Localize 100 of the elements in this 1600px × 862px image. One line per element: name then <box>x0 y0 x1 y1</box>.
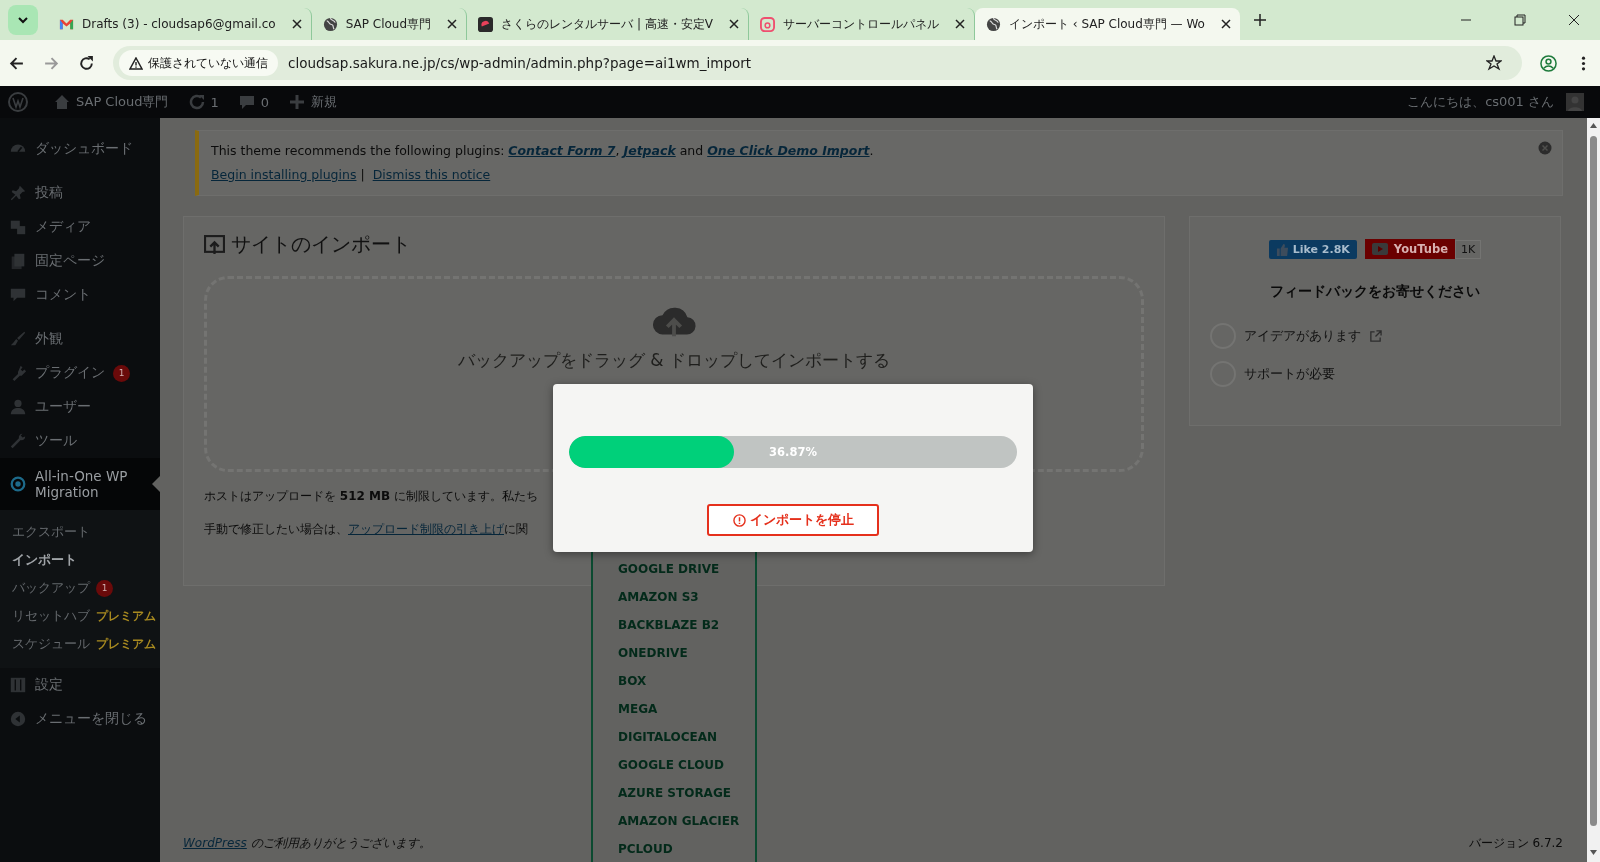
drop-zone-text: バックアップをドラッグ & ドロップしてインポートする <box>457 349 891 372</box>
feedback-option[interactable]: アイデアがあります <box>1210 323 1382 349</box>
storage-option[interactable]: PCLOUD <box>593 835 755 862</box>
wrench-icon <box>9 432 27 450</box>
storage-option[interactable]: AMAZON S3 <box>593 583 755 611</box>
plugin-link[interactable]: Jetpack <box>623 143 676 158</box>
security-label: 保護されていない通信 <box>148 54 268 72</box>
count-badge: 1 <box>113 364 130 382</box>
storage-option[interactable]: MEGA <box>593 695 755 723</box>
wordpress-link[interactable]: WordPress <box>183 835 247 850</box>
play-icon <box>1371 243 1388 255</box>
sidebar-item[interactable]: 設定 <box>0 668 160 702</box>
star-icon[interactable] <box>1486 55 1502 71</box>
plugin-link[interactable]: One Click Demo Import <box>707 143 870 158</box>
submenu-item[interactable]: インポート <box>0 546 160 574</box>
count-badge: 1 <box>96 579 113 597</box>
app-icon <box>478 16 494 32</box>
brush-icon <box>9 330 27 348</box>
tab-title: インポート ‹ SAP Cloud専門 — Wo <box>1009 15 1206 33</box>
speech-bubble-icon <box>238 94 255 110</box>
sidebar-item[interactable]: ツール <box>0 424 160 458</box>
sidebar-item[interactable]: プラグイン 1 <box>0 356 160 390</box>
updates-link[interactable]: 1 <box>180 94 227 110</box>
media-icon <box>9 218 27 236</box>
reload-icon[interactable] <box>78 54 95 72</box>
close-icon[interactable] <box>291 19 302 29</box>
sidebar-item[interactable]: 投稿 <box>0 176 160 210</box>
like-button[interactable]: Like 2.8K <box>1268 239 1357 259</box>
address-bar[interactable]: 保護されていない通信 cloudsap.sakura.ne.jp/cs/wp-admin/admin.php?page=ai1wm_import <box>113 46 1522 80</box>
chevron-down-icon <box>17 14 29 26</box>
close-icon[interactable] <box>1220 19 1231 29</box>
close-icon[interactable] <box>447 19 458 29</box>
subscriber-count: 1K <box>1455 239 1482 259</box>
sidebar-item[interactable]: メニューを閉じる <box>0 702 160 736</box>
sidebar-item[interactable]: ユーザー <box>0 390 160 424</box>
new-content-link[interactable]: 新規 <box>281 93 346 111</box>
comments-link[interactable]: 0 <box>230 94 278 110</box>
stop-import-button[interactable]: インポートを停止 <box>707 504 879 536</box>
sidebar-item[interactable]: コメント <box>0 278 160 312</box>
person-icon <box>9 398 27 416</box>
help-link[interactable]: アップロード制限の引き上げ <box>348 522 504 536</box>
restore-icon[interactable] <box>1514 14 1526 26</box>
alert-icon <box>732 513 746 527</box>
sliders-icon <box>9 676 27 694</box>
close-icon[interactable] <box>955 19 965 29</box>
submenu-item[interactable]: スケジュール プレミアム <box>0 630 160 658</box>
globe-icon <box>322 16 338 32</box>
tab-title: サーバーコントロールパネル <box>783 15 940 33</box>
new-tab-icon[interactable] <box>1253 14 1266 26</box>
storage-option[interactable]: GOOGLE CLOUD <box>593 751 755 779</box>
sidebar-item[interactable]: ダッシュボード <box>0 132 160 166</box>
collapse-icon <box>9 710 27 728</box>
profile-icon[interactable] <box>1540 54 1557 72</box>
external-link-icon <box>1369 329 1382 343</box>
globe-icon <box>986 16 1001 32</box>
close-icon[interactable] <box>729 19 739 29</box>
site-name-link[interactable]: SAP Cloud専門 <box>46 93 177 111</box>
panel-title: サイトのインポート <box>204 231 1144 258</box>
premium-label: プレミアム <box>96 636 156 652</box>
plugin-link[interactable]: Contact Form 7 <box>508 143 616 158</box>
sidebar-item[interactable]: メディア <box>0 210 160 244</box>
storage-option[interactable]: AMAZON GLACIER <box>593 807 755 835</box>
storage-option[interactable]: GOOGLE DRIVE <box>593 555 755 583</box>
greeting-link[interactable]: こんにちは、cs001 さん <box>1399 93 1562 111</box>
warning-icon <box>129 56 143 70</box>
sidebar-item[interactable]: 固定ページ <box>0 244 160 278</box>
submenu-item[interactable]: バックアップ 1 <box>0 574 160 602</box>
thumbs-up-icon <box>1275 242 1289 256</box>
browser-tab[interactable]: インポート ‹ SAP Cloud専門 — Wo <box>975 8 1240 40</box>
notice-action-link[interactable]: Begin installing plugins <box>211 167 357 182</box>
pages-icon <box>9 252 27 270</box>
tab-search-button[interactable] <box>8 5 38 35</box>
footer-thanks-text: WordPress のご利用ありがとうございます。 <box>183 834 431 852</box>
tab-title: Drafts (3) - cloudsap6@gmail.co <box>82 17 277 31</box>
plus-icon <box>289 94 306 110</box>
notice-action-link[interactable]: Dismiss this notice <box>372 167 491 182</box>
progress-percentage: 36.87% <box>769 445 817 459</box>
separator-text: | <box>360 167 365 182</box>
import-icon <box>204 234 225 255</box>
upload-limit-text: ホストはアップロードを 512 MB に制限しています。私たち <box>204 488 539 505</box>
tab-title: SAP Cloud専門 <box>345 15 433 33</box>
version-text: バージョン 6.7.2 <box>1468 834 1563 852</box>
feedback-option[interactable]: サポートが必要 <box>1210 361 1335 387</box>
current-pointer-icon <box>152 476 160 492</box>
sidebar-item[interactable]: All-in-One WP Migration <box>0 458 160 510</box>
premium-label: プレミアム <box>96 608 156 624</box>
submenu-item[interactable]: エクスポート <box>0 518 160 546</box>
youtube-button[interactable]: YouTube <box>1364 239 1456 259</box>
pin-icon <box>9 184 27 202</box>
storage-option[interactable]: AZURE STORAGE <box>593 779 755 807</box>
sidebar-item[interactable]: 外観 <box>0 322 160 356</box>
submenu-item[interactable]: リセットハブ プレミアム <box>0 602 160 630</box>
storage-option[interactable]: ONEDRIVE <box>593 639 755 667</box>
house-icon <box>54 94 70 110</box>
storage-option[interactable]: BOX <box>593 667 755 695</box>
storage-option[interactable]: DIGITALOCEAN <box>593 723 755 751</box>
security-chip[interactable]: 保護されていない通信 <box>119 50 278 76</box>
storage-option[interactable]: BACKBLAZE B2 <box>593 611 755 639</box>
feedback-heading: フィードバックをお寄せください <box>1269 283 1481 301</box>
close-icon[interactable] <box>1568 14 1580 26</box>
